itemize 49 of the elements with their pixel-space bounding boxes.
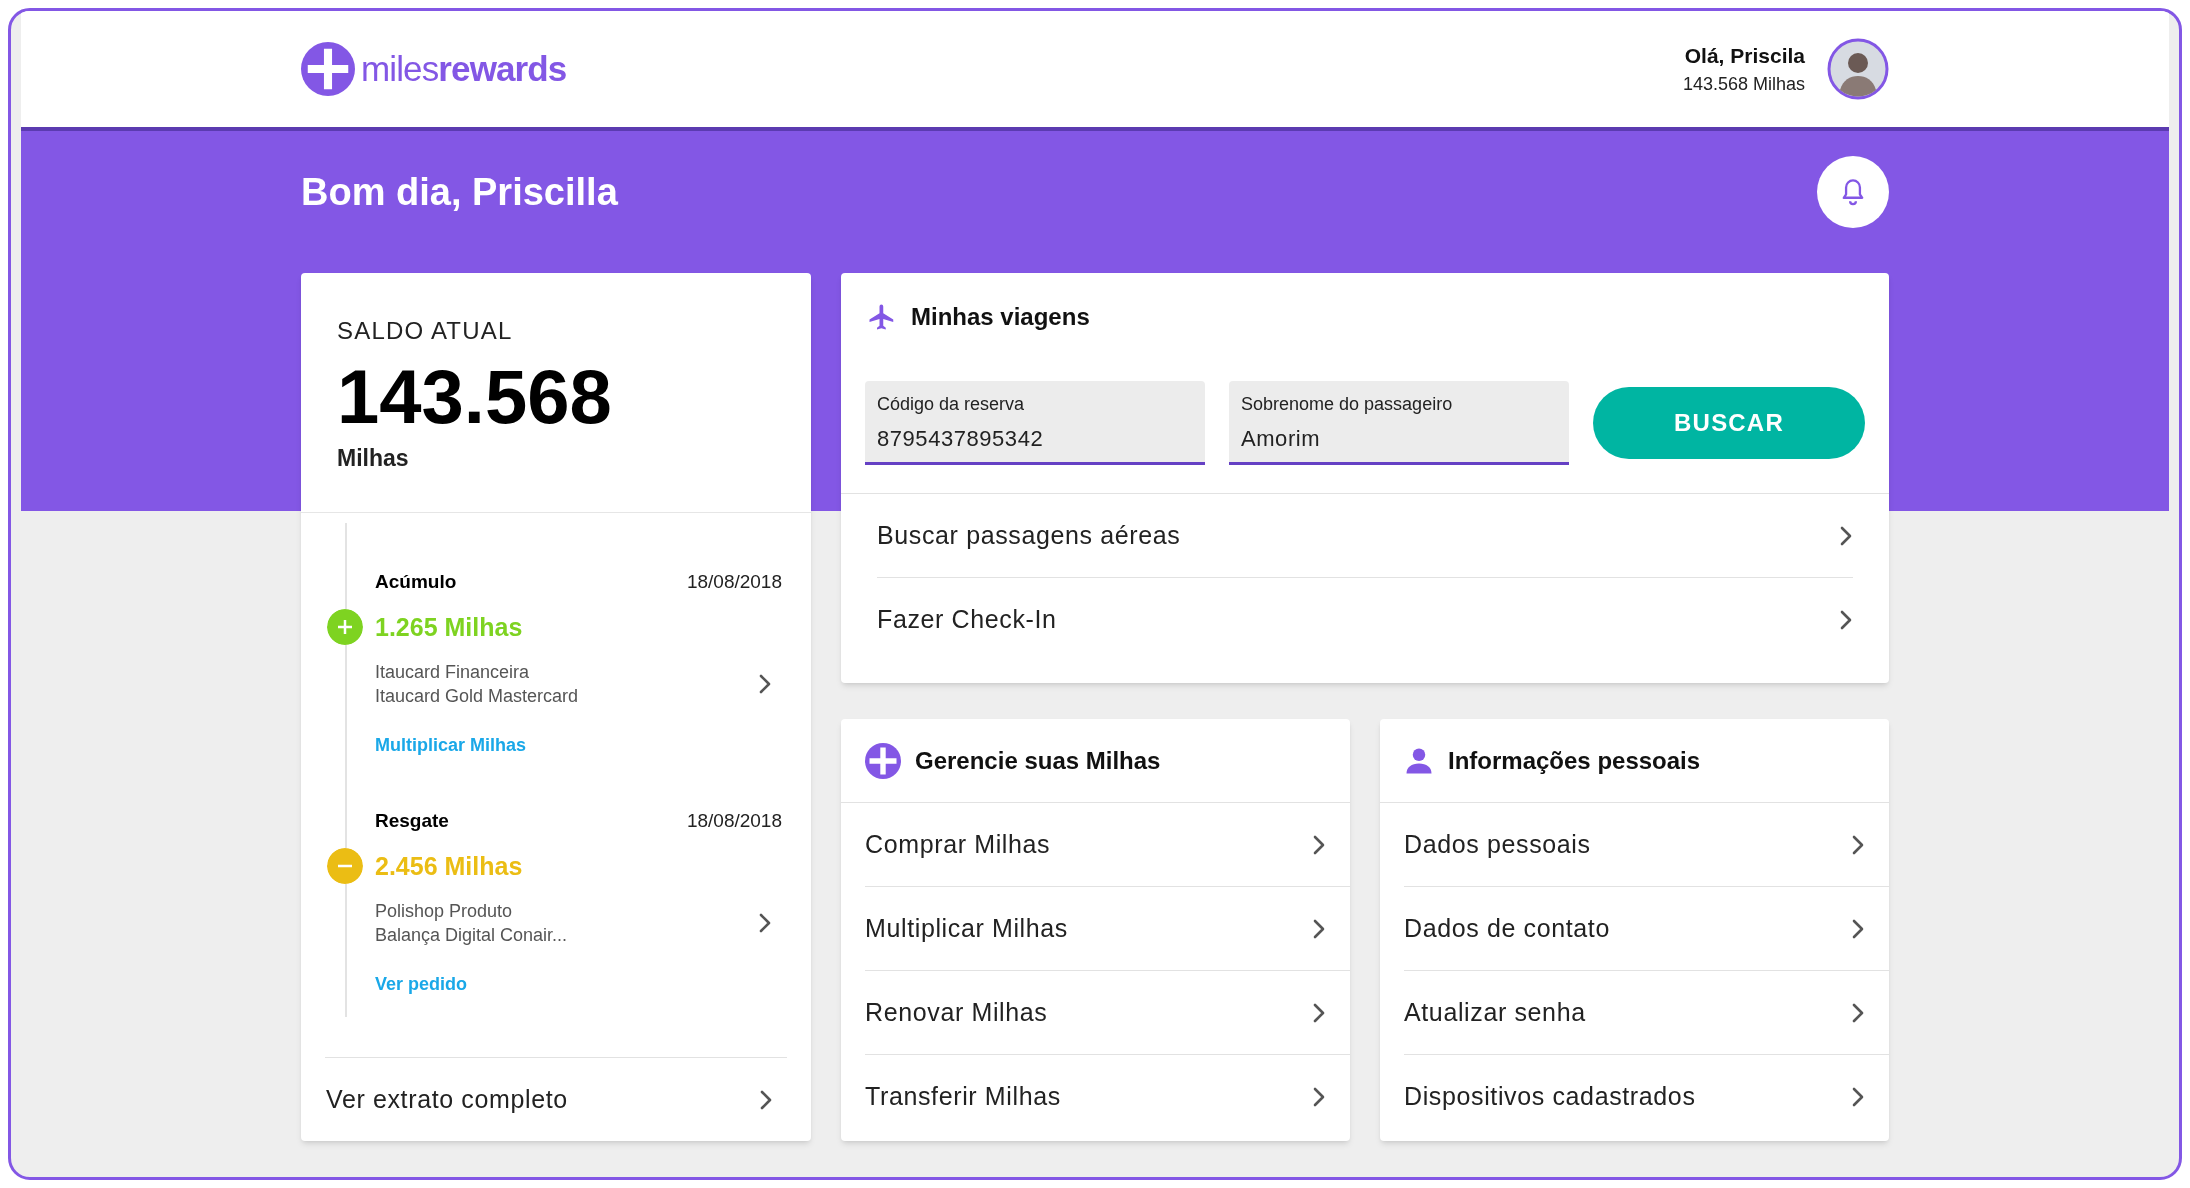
transaction-amount: 2.456 Milhas bbox=[375, 850, 523, 882]
menu-item[interactable]: Fazer Check-In bbox=[877, 578, 1853, 662]
card-title: Minhas viagens bbox=[911, 302, 1090, 332]
transaction-detail: Polishop Produto bbox=[375, 900, 514, 923]
chevron-right-icon bbox=[758, 912, 772, 934]
chevron-right-icon bbox=[758, 673, 772, 695]
menu-item[interactable]: Renovar Milhas bbox=[865, 971, 1350, 1055]
chevron-right-icon bbox=[759, 1088, 773, 1111]
chevron-right-icon bbox=[1851, 833, 1865, 856]
chevron-right-icon bbox=[1839, 524, 1853, 547]
menu-item[interactable]: Dados pessoais bbox=[1404, 803, 1889, 887]
transaction-type: Acúmulo bbox=[375, 570, 457, 594]
card-title: Gerencie suas Milhas bbox=[915, 745, 1161, 776]
plus-logo-icon bbox=[301, 42, 355, 96]
menu-item[interactable]: Transferir Milhas bbox=[865, 1055, 1350, 1139]
transaction-amount: 1.265 Milhas bbox=[375, 611, 523, 643]
chevron-right-icon bbox=[1312, 917, 1326, 940]
text-field[interactable]: Código da reserva 8795437895342 bbox=[865, 381, 1205, 465]
transaction-date: 18/08/2018 bbox=[686, 570, 782, 594]
page-title: Bom dia, Priscilla bbox=[301, 169, 618, 215]
menu-item[interactable]: Dispositivos cadastrados bbox=[1404, 1055, 1889, 1139]
chevron-right-icon bbox=[1312, 833, 1326, 856]
text-field[interactable]: Sobrenome do passageiro Amorim bbox=[1229, 381, 1569, 465]
balance-unit: Milhas bbox=[337, 443, 410, 473]
chevron-right-icon bbox=[1312, 1086, 1326, 1108]
user-balance: 143.568 Milhas bbox=[1682, 73, 1805, 97]
transaction-detail: Balança Digital Conair... bbox=[375, 924, 568, 947]
chevron-right-icon bbox=[1312, 1001, 1326, 1024]
chevron-right-icon bbox=[1851, 1001, 1865, 1024]
plus-logo-icon bbox=[865, 742, 901, 779]
transaction-detail: Itaucard Financeira bbox=[375, 661, 531, 684]
card-title: Informações pessoais bbox=[1448, 745, 1701, 776]
chevron-right-icon bbox=[1851, 917, 1865, 940]
chevron-right-icon bbox=[1839, 609, 1853, 631]
menu-item[interactable]: Dados de contato bbox=[1404, 887, 1889, 971]
user-greeting: Olá, Priscila bbox=[1684, 42, 1805, 69]
menu-item[interactable]: Buscar passagens aéreas bbox=[877, 494, 1853, 578]
avatar[interactable] bbox=[1827, 38, 1889, 100]
statement-link[interactable]: Ver extrato completo bbox=[325, 1057, 787, 1141]
transaction-detail: Itaucard Gold Mastercard bbox=[375, 685, 579, 708]
balance-amount: 143.568 bbox=[337, 355, 613, 439]
menu-item[interactable]: Comprar Milhas bbox=[865, 803, 1350, 887]
menu-item[interactable]: Atualizar senha bbox=[1404, 971, 1889, 1055]
menu-item[interactable]: Multiplicar Milhas bbox=[865, 887, 1350, 971]
logo-wordmark: milesrewards bbox=[361, 47, 567, 90]
transaction-date: 18/08/2018 bbox=[686, 809, 782, 833]
chevron-right-icon bbox=[1851, 1086, 1865, 1108]
balance-label: SALDO ATUAL bbox=[337, 316, 514, 346]
transaction-type: Resgate bbox=[375, 809, 449, 833]
